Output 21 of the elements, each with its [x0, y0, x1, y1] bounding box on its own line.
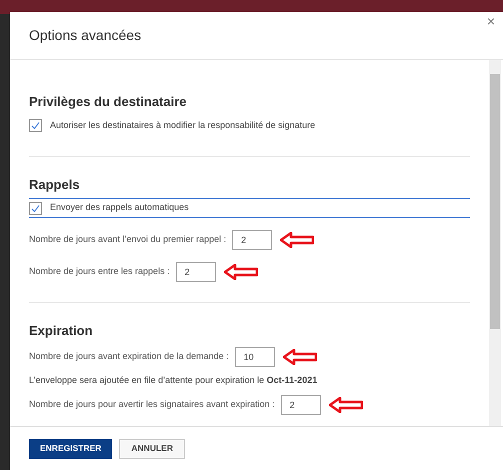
- section-heading: Rappels: [29, 176, 81, 194]
- section-heading: Privilèges du destinataire: [29, 93, 188, 111]
- checkbox[interactable]: [29, 202, 42, 214]
- field-label: Nombre de jours avant expiration de la demande :: [29, 350, 229, 363]
- number-field[interactable]: 2: [232, 230, 272, 250]
- scrollbar-thumb[interactable]: [490, 74, 500, 329]
- expiration-info: L’enveloppe sera ajoutée en file d’attente pour expiration le Oct-11-2021: [29, 374, 318, 387]
- number-field[interactable]: 10: [234, 346, 275, 366]
- save-button[interactable]: ENREGISTRER: [29, 438, 112, 458]
- field-label: Nombre de jours pour avertir les signataires avant expiration :: [29, 398, 275, 411]
- number-field[interactable]: 2: [176, 262, 216, 282]
- section-heading: Expiration: [29, 322, 94, 340]
- field-label: Nombre de jours avant l’envoi du premier rappel :: [29, 233, 226, 246]
- number-field[interactable]: 2: [280, 394, 321, 414]
- close-button[interactable]: ×: [486, 14, 495, 28]
- checkbox-label: Envoyer des rappels automatiques: [50, 201, 189, 214]
- dialog-title: Options avancées: [29, 26, 142, 45]
- checkbox-label: Autoriser les destinataires à modifier la responsabilité de signature: [50, 118, 316, 132]
- checkbox[interactable]: [29, 119, 42, 132]
- field-label: Nombre de jours entre les rappels :: [29, 265, 170, 278]
- cancel-button[interactable]: ANNULER: [119, 438, 185, 458]
